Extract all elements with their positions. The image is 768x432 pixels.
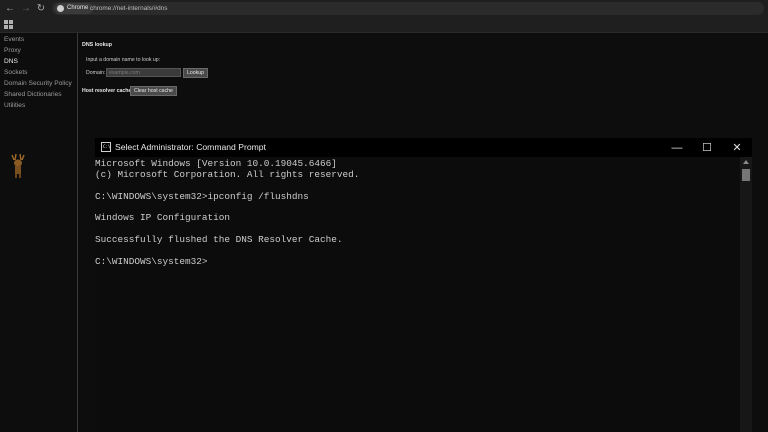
dns-page: DNS lookup Input a domain name to look u… [78,33,768,138]
sidebar-item-utilities[interactable]: Utilities [4,102,25,109]
cmd-title-bar[interactable]: C:\ Select Administrator: Command Prompt… [95,138,752,157]
sidebar-item-shared-dictionaries[interactable]: Shared Dictionaries [4,91,62,98]
input-instruction: Input a domain name to look up: [86,57,161,63]
sidebar-item-sockets[interactable]: Sockets [4,69,27,76]
forward-arrow-icon[interactable]: → [20,2,32,14]
console-prompt-line: C:\WINDOWS\system32> [95,256,208,267]
chrome-logo-icon [57,5,64,12]
clear-host-cache-button[interactable]: Clear host cache [130,86,177,96]
browser-toolbar: ← → ↻ Chrome chrome://net-internals/#dns [0,0,768,17]
maximize-button[interactable]: ☐ [692,138,722,157]
command-prompt-window[interactable]: C:\ Select Administrator: Command Prompt… [95,138,752,432]
scrollbar-thumb[interactable] [742,169,750,181]
back-arrow-icon[interactable]: ← [4,2,16,14]
chrome-chip-label: Chrome [67,5,89,11]
sidebar-item-domain-security-policy[interactable]: Domain Security Policy [4,80,72,87]
host-resolver-cache-label: Host resolver cache: [82,88,134,94]
domain-input[interactable] [106,68,181,77]
reload-icon[interactable]: ↻ [35,2,47,14]
net-internals-sidebar: Events Proxy DNS Sockets Domain Security… [0,33,78,432]
console-line: (c) Microsoft Corporation. All rights re… [95,169,360,180]
console-line: C:\WINDOWS\system32>ipconfig /flushdns [95,191,309,202]
console-line: Windows IP Configuration [95,212,231,223]
lookup-button[interactable]: Lookup [183,68,209,78]
close-button[interactable]: ✕ [722,138,752,157]
chrome-chip[interactable]: Chrome [55,3,94,14]
minimize-button[interactable]: — [662,138,692,157]
cmd-window-title: Select Administrator: Command Prompt [115,142,266,152]
apps-grid-icon[interactable] [4,20,13,29]
console-line: Microsoft Windows [Version 10.0.19045.64… [95,158,337,169]
sidebar-item-events[interactable]: Events [4,36,24,43]
sidebar-item-proxy[interactable]: Proxy [4,47,21,54]
dns-lookup-heading: DNS lookup [82,42,113,48]
scroll-up-arrow-icon[interactable] [743,160,749,164]
deer-icon [11,153,25,178]
bookmarks-bar [0,17,768,33]
domain-label: Domain: [86,70,106,76]
address-bar[interactable]: Chrome chrome://net-internals/#dns [52,2,764,15]
cmd-app-icon[interactable]: C:\ [101,142,111,152]
url-text[interactable]: chrome://net-internals/#dns [90,2,167,15]
cmd-scrollbar[interactable] [740,157,752,432]
cmd-console-output[interactable]: Microsoft Windows [Version 10.0.19045.64… [95,157,740,432]
sidebar-item-dns[interactable]: DNS [4,58,18,65]
console-line: Successfully flushed the DNS Resolver Ca… [95,234,343,245]
